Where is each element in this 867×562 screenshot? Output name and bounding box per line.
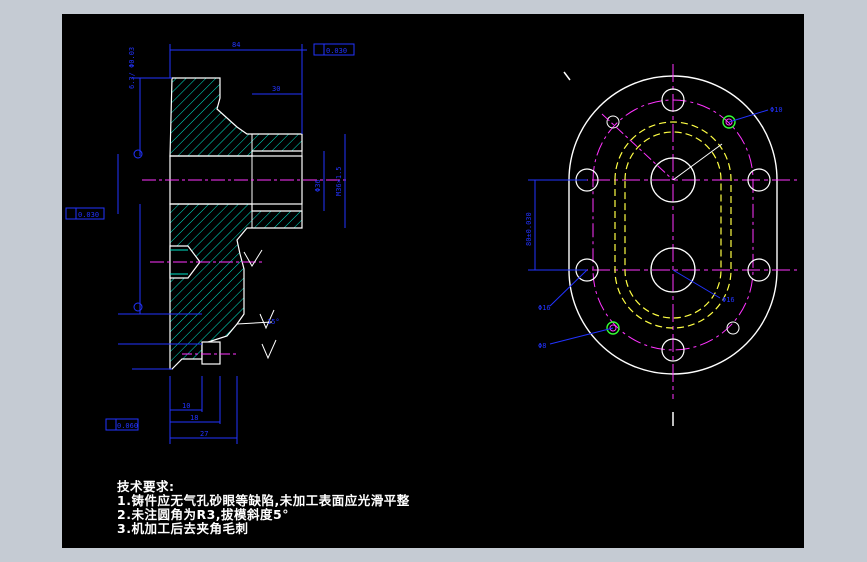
tech-line-1: 1.铸件应无气孔砂眼等缺陷,未加工表面应光滑平整 — [117, 493, 410, 508]
hole-label-left: Φ16 — [538, 304, 551, 312]
tech-line-3: 3.机加工后去夹角毛刺 — [117, 521, 249, 536]
hole-label-right: Φ16 — [722, 296, 735, 304]
perp-box-text: 0.060 — [117, 422, 138, 430]
dim-bottom-2: 18 — [190, 414, 198, 422]
dim-boss: 30 — [272, 85, 280, 93]
hole-label-bottom-left: Φ8 — [538, 342, 546, 350]
tech-requirements: 技术要求: 1.铸件应无气孔砂眼等缺陷,未加工表面应光滑平整 2.未注圆角为R3… — [117, 480, 410, 536]
dim-vertical-80: 80±0.030 — [525, 212, 533, 246]
dim-bottom-3: 27 — [200, 430, 208, 438]
dim-thread: M36×1.5 — [335, 166, 343, 196]
dim-bottom-1: 10 — [182, 402, 190, 410]
angle-label: 15° — [267, 318, 280, 326]
hole-label-tr: Φ10 — [770, 106, 783, 114]
flatness-box-text: 0.030 — [326, 47, 347, 55]
plan-view: Φ10 Φ16 Φ16 Φ8 80±0.030 — [525, 64, 797, 426]
surface-roughness-icon — [243, 249, 263, 267]
left-box-text: 0.030 — [78, 211, 99, 219]
svg-text:6.3/ Φ0.03: 6.3/ Φ0.03 — [128, 47, 136, 89]
dim-top: 84 — [232, 41, 240, 49]
section-view: 84 30 0.030 Φ36 M36×1.5 0.030 10 18 27 0… — [65, 41, 355, 444]
section-hatch-upper — [169, 77, 303, 157]
drawing-sheet: 84 30 0.030 Φ36 M36×1.5 0.030 10 18 27 0… — [62, 14, 804, 548]
dim-bore: Φ36 — [314, 179, 322, 192]
tech-title: 技术要求: — [117, 479, 175, 494]
tech-line-2: 2.未注圆角为R3,拔模斜度5° — [117, 507, 289, 522]
cad-drawing: 84 30 0.030 Φ36 M36×1.5 0.030 10 18 27 0… — [65, 41, 797, 444]
